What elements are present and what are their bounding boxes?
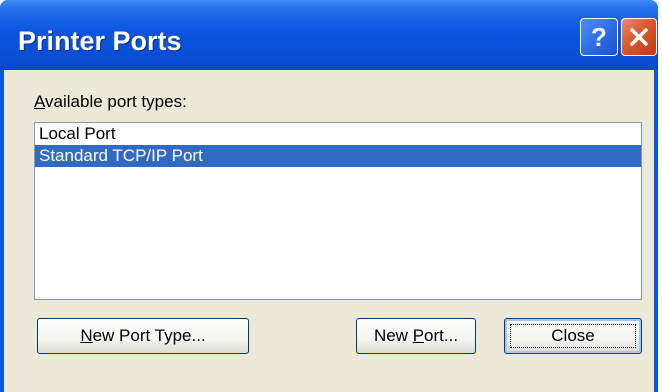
close-icon [630,28,648,46]
new-port-type-mnemonic: N [80,326,93,345]
dialog-body: Available port types: Local Port Standar… [4,70,654,392]
new-port-type-button[interactable]: New Port Type... [37,318,249,354]
window-title: Printer Ports [18,26,182,56]
focus-ring [510,324,636,348]
port-types-label-mnemonic: A [34,92,46,111]
new-port-label-rest: ort... [424,326,459,345]
printer-ports-dialog: Printer Ports ? Available port types: Lo… [0,0,658,392]
port-types-list[interactable]: Local Port Standard TCP/IP Port [34,122,642,300]
list-item-local-port[interactable]: Local Port [35,123,641,145]
new-port-button[interactable]: New Port... [356,318,476,354]
close-button[interactable]: Close [504,318,642,354]
help-icon: ? [591,23,607,51]
new-port-mnemonic: P [412,326,425,345]
new-port-type-label: ew Port Type... [92,326,206,345]
svg-text:?: ? [591,23,607,51]
new-port-label-pre: New [373,326,413,345]
port-types-label: Available port types: [34,92,187,112]
port-types-label-text: vailable port types: [45,92,187,111]
title-bar[interactable]: Printer Ports ? [0,0,658,70]
close-window-button[interactable] [621,18,657,56]
help-button[interactable]: ? [580,18,618,56]
list-item-standard-tcp-ip-port[interactable]: Standard TCP/IP Port [35,145,641,167]
